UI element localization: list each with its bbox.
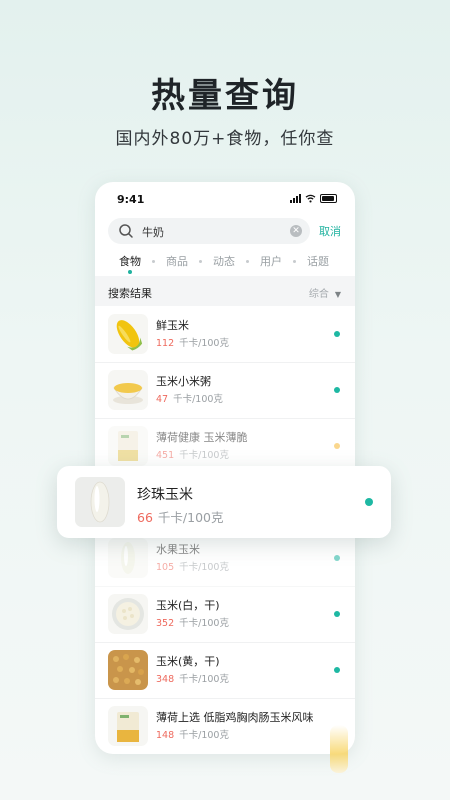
results-title: 搜索结果 bbox=[108, 287, 152, 300]
porridge-image bbox=[108, 370, 148, 410]
results-header: 搜索结果 综合 ▼ bbox=[95, 276, 355, 306]
pearl-corn-image bbox=[75, 477, 125, 527]
item-calories: 348 千卡/100克 bbox=[156, 674, 229, 685]
wifi-icon bbox=[305, 194, 316, 203]
status-icons bbox=[290, 194, 337, 203]
tab-users[interactable]: 用户 bbox=[260, 253, 282, 269]
battery-icon bbox=[320, 194, 337, 203]
snack-package-image bbox=[108, 426, 148, 466]
highlighted-food-card[interactable]: 珍珠玉米 66 千卡/100克 bbox=[57, 466, 391, 538]
item-calories: 148 千卡/100克 bbox=[156, 730, 229, 741]
tab-topics[interactable]: 话题 bbox=[307, 253, 329, 269]
cancel-button[interactable]: 取消 bbox=[319, 223, 341, 239]
white-corn-image bbox=[108, 594, 148, 634]
health-dot bbox=[334, 387, 340, 393]
health-dot bbox=[365, 498, 373, 506]
tab-posts[interactable]: 动态 bbox=[213, 253, 235, 269]
list-item[interactable]: 鲜玉米 112 千卡/100克 bbox=[95, 307, 355, 363]
yellow-corn-image bbox=[108, 650, 148, 690]
tab-separator bbox=[246, 259, 249, 263]
item-calories: 66 千卡/100克 bbox=[137, 510, 224, 525]
tab-products[interactable]: 商品 bbox=[166, 253, 188, 269]
decorative-sparkle bbox=[330, 725, 348, 773]
page-headline: 热量查询 bbox=[151, 76, 299, 116]
tab-separator bbox=[293, 259, 296, 263]
item-calories: 352 千卡/100克 bbox=[156, 618, 229, 629]
sort-dropdown[interactable]: 综合 ▼ bbox=[309, 285, 341, 300]
sort-label: 综合 bbox=[308, 289, 329, 300]
item-name: 玉米(白，干) bbox=[156, 599, 220, 612]
clear-icon[interactable]: ✕ bbox=[290, 225, 302, 237]
page-subheadline: 国内外80万+食物，任你查 bbox=[115, 129, 335, 149]
corn-image bbox=[108, 314, 148, 354]
signal-icon bbox=[290, 194, 301, 203]
tab-separator bbox=[199, 259, 202, 263]
item-calories: 451 千卡/100克 bbox=[156, 450, 229, 461]
list-item[interactable]: 玉米(白，干) 352 千卡/100克 bbox=[95, 587, 355, 643]
health-dot bbox=[334, 555, 340, 561]
tab-separator bbox=[152, 259, 155, 263]
item-calories: 47 千卡/100克 bbox=[156, 394, 223, 405]
health-dot bbox=[334, 331, 340, 337]
item-name: 玉米小米粥 bbox=[156, 375, 211, 388]
item-name: 鲜玉米 bbox=[156, 319, 189, 332]
triangle-down-icon: ▼ bbox=[334, 290, 341, 299]
health-dot bbox=[334, 667, 340, 673]
tab-food[interactable]: 食物 bbox=[119, 253, 141, 274]
list-item[interactable]: 玉米小米粥 47 千卡/100克 bbox=[95, 363, 355, 419]
sausage-package-image bbox=[108, 706, 148, 746]
item-name: 薄荷上选 低脂鸡胸肉肠玉米风味 bbox=[156, 711, 314, 724]
search-input[interactable]: 牛奶 ✕ bbox=[108, 218, 310, 244]
health-dot bbox=[334, 611, 340, 617]
item-calories: 112 千卡/100克 bbox=[156, 338, 229, 349]
status-time: 9:41 bbox=[117, 193, 145, 206]
item-name: 薄荷健康 玉米薄脆 bbox=[156, 431, 248, 444]
list-item[interactable]: 玉米(黄，干) 348 千卡/100克 bbox=[95, 643, 355, 699]
item-calories: 105 千卡/100克 bbox=[156, 562, 229, 573]
item-name: 玉米(黄，干) bbox=[156, 655, 220, 668]
search-query: 牛奶 bbox=[142, 226, 164, 239]
list-item[interactable]: 薄荷上选 低脂鸡胸肉肠玉米风味 148 千卡/100克 bbox=[95, 699, 355, 754]
fruit-corn-image bbox=[108, 538, 148, 578]
item-name: 珍珠玉米 bbox=[137, 487, 193, 503]
category-tabs: 食物 商品 动态 用户 话题 bbox=[119, 253, 329, 274]
status-bar: 9:41 bbox=[95, 182, 355, 216]
item-name: 水果玉米 bbox=[156, 543, 200, 556]
health-dot bbox=[334, 443, 340, 449]
list-item[interactable]: 水果玉米 105 千卡/100克 bbox=[95, 531, 355, 587]
search-icon bbox=[119, 224, 133, 238]
